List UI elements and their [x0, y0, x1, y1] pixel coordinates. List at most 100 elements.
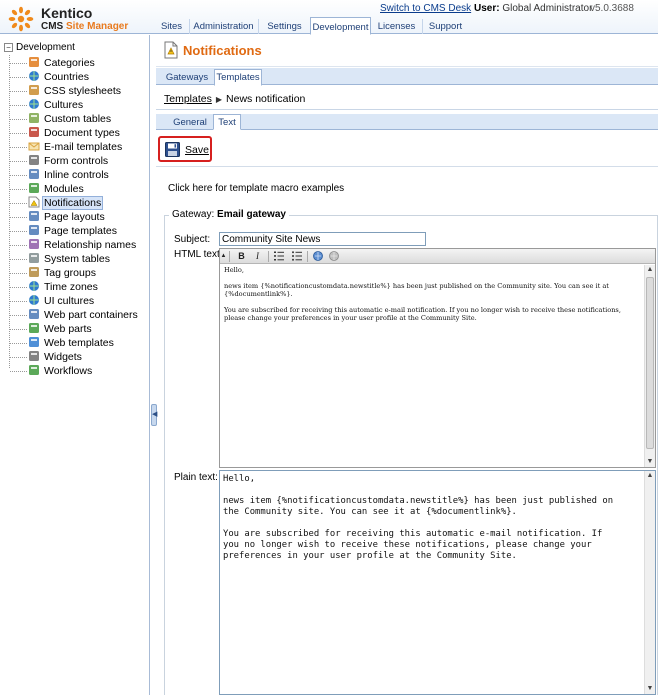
tab-gateways[interactable]: Gateways [162, 70, 212, 85]
tree-item-web-part-containers[interactable]: Web part containers [10, 308, 140, 322]
breadcrumb-templates-link[interactable]: Templates [164, 93, 212, 105]
html-paragraph: You are subscribed for receiving this au… [224, 306, 621, 322]
tree-item-notifications[interactable]: Notifications [10, 196, 104, 210]
save-button[interactable]: Save [158, 136, 212, 162]
html-editor[interactable]: ▲ B I Hello, news item {%notificationcus… [219, 248, 656, 468]
scroll-down-icon[interactable]: ▼ [645, 457, 655, 467]
tree-item-label: Custom tables [44, 113, 112, 125]
tab-administration[interactable]: Administration [189, 19, 257, 34]
header: Kentico CMS Site Manager Switch to CMS D… [0, 0, 658, 35]
tab-licenses[interactable]: Licenses [372, 19, 421, 34]
tree-item-document-types[interactable]: Document types [10, 126, 122, 140]
tree-item-label: Relationship names [44, 239, 137, 251]
tree-item-categories[interactable]: Categories [10, 56, 97, 70]
tree-root-development[interactable]: − Development [4, 42, 75, 53]
tree-item-custom-tables[interactable]: Custom tables [10, 112, 113, 126]
scroll-up-icon[interactable]: ▲ [645, 471, 655, 481]
bold-icon[interactable]: B [235, 250, 248, 263]
editor-toolbar: ▲ B I [220, 249, 655, 264]
plain-text-area[interactable]: Hello, news item {%notificationcustomdat… [219, 470, 656, 695]
numbered-list-icon[interactable] [272, 250, 285, 263]
switch-to-cms-desk-link[interactable]: Switch to CMS Desk [380, 3, 471, 14]
categories-icon [28, 56, 40, 68]
pencil-icon [28, 154, 40, 166]
tree-item-time-zones[interactable]: Time zones [10, 280, 100, 294]
tree-item-label: Workflows [44, 365, 93, 377]
table-icon [28, 112, 40, 124]
subject-label: Subject: [174, 234, 211, 245]
html-editor-scrollbar[interactable]: ▲ ▼ [644, 265, 655, 467]
tree-item-page-layouts[interactable]: Page layouts [10, 210, 107, 224]
tree-item-tag-groups[interactable]: Tag groups [10, 266, 98, 280]
insert-link-icon[interactable] [311, 250, 324, 263]
tree-item-modules[interactable]: Modules [10, 182, 86, 196]
tree-item-web-parts[interactable]: Web parts [10, 322, 94, 336]
tree-item-ui-cultures[interactable]: UI cultures [10, 294, 96, 308]
tab-templates[interactable]: Templates [214, 69, 262, 86]
tab-development[interactable]: Development [310, 17, 371, 35]
tree-item-label: Time zones [44, 281, 98, 293]
scrollbar-thumb[interactable] [646, 277, 654, 449]
tab-settings[interactable]: Settings [258, 19, 310, 34]
puzzle-icon [28, 182, 40, 194]
tab-support[interactable]: Support [422, 19, 468, 34]
grid-icon [28, 252, 40, 264]
tab-sites[interactable]: Sites [155, 19, 188, 34]
gateway-legend: Gateway: Email gateway [169, 209, 289, 220]
tree-item-label: Web parts [44, 323, 92, 335]
tab-general[interactable]: General [170, 115, 210, 130]
italic-icon[interactable]: I [251, 250, 264, 263]
scroll-down-icon[interactable]: ▼ [645, 684, 655, 694]
page-header: Notifications [156, 35, 658, 67]
page-tabs: Gateways Templates [156, 68, 658, 86]
tree-item-system-tables[interactable]: System tables [10, 252, 112, 266]
brush-icon [28, 84, 40, 96]
window-icon [28, 168, 40, 180]
toolbar-collapse-icon[interactable]: ▲ [220, 250, 227, 263]
macro-examples-link[interactable]: Click here for template macro examples [168, 183, 344, 194]
tree-item-label: Widgets [44, 351, 82, 363]
collapse-icon[interactable]: − [4, 42, 13, 52]
template-icon [28, 224, 40, 236]
tree-item-page-templates[interactable]: Page templates [10, 224, 119, 238]
tree-item-label: Web templates [44, 337, 114, 349]
tree-item-relationship-names[interactable]: Relationship names [10, 238, 138, 252]
breadcrumb-arrow-icon: ▶ [215, 95, 223, 104]
tree-item-widgets[interactable]: Widgets [10, 350, 84, 364]
tree-root-label: Development [16, 42, 75, 53]
divider [156, 109, 658, 110]
tree-item-label: Document types [44, 127, 120, 139]
webtemplate-icon [28, 336, 40, 348]
tree-item-e-mail-templates[interactable]: E-mail templates [10, 140, 124, 154]
scroll-up-icon[interactable]: ▲ [645, 265, 655, 275]
unlink-icon[interactable] [327, 250, 340, 263]
tree-item-label: Notifications [42, 196, 104, 210]
breadcrumb-current: News notification [226, 93, 306, 105]
breadcrumb: Templates ▶ News notification [164, 93, 305, 105]
tree-item-workflows[interactable]: Workflows [10, 364, 94, 378]
tree-item-label: Countries [44, 71, 89, 83]
subject-input[interactable] [219, 232, 426, 246]
notification-icon [28, 196, 40, 208]
tree-item-web-templates[interactable]: Web templates [10, 336, 116, 350]
template-tabs: General Text [156, 114, 658, 130]
plain-text-content[interactable]: Hello, news item {%notificationcustomdat… [223, 474, 643, 562]
bulleted-list-icon[interactable] [290, 250, 303, 263]
tab-text[interactable]: Text [213, 114, 241, 130]
tree-item-inline-controls[interactable]: Inline controls [10, 168, 111, 182]
webpart-icon [28, 322, 40, 334]
clock-icon [28, 280, 40, 292]
widget-icon [28, 350, 40, 362]
plain-text-scrollbar[interactable]: ▲ ▼ [644, 471, 655, 694]
development-tree: − Development Categories Countries CSS styl… [0, 35, 150, 695]
tree-item-countries[interactable]: Countries [10, 70, 91, 84]
envelope-icon [28, 140, 40, 152]
tree-item-cultures[interactable]: Cultures [10, 98, 85, 112]
tree-item-label: CSS stylesheets [44, 85, 122, 97]
tree-item-form-controls[interactable]: Form controls [10, 154, 110, 168]
globe-icon [28, 98, 40, 110]
layout-icon [28, 210, 40, 222]
tree-item-css-stylesheets[interactable]: CSS stylesheets [10, 84, 123, 98]
html-editor-content[interactable]: Hello, news item {%notificationcustomdat… [224, 266, 638, 464]
gateway-name: Email gateway [217, 209, 286, 220]
